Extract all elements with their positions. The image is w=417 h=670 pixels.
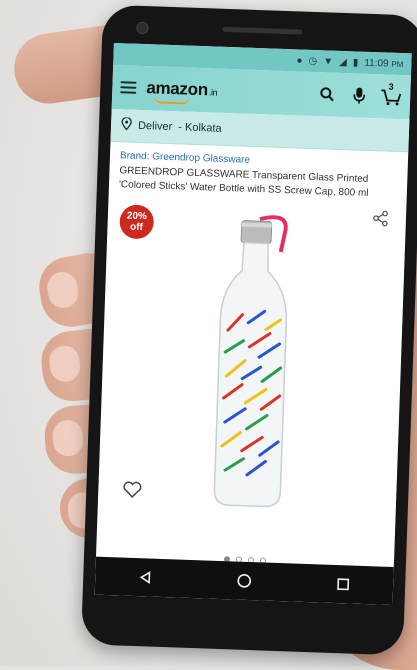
home-icon[interactable] [229, 565, 260, 596]
deliver-location: - Kolkata [178, 121, 222, 135]
cart-icon[interactable]: 3 [380, 85, 403, 108]
back-icon[interactable] [129, 562, 160, 593]
product-section: Brand: Greendrop Glassware GREENDROP GLA… [96, 142, 408, 568]
recents-icon[interactable] [328, 569, 359, 600]
signal-icon: ◢ [339, 56, 347, 67]
front-camera [136, 22, 148, 34]
cart-count: 3 [388, 82, 393, 92]
earpiece [222, 27, 302, 35]
location-icon: ● [296, 55, 302, 66]
search-icon[interactable] [316, 83, 339, 106]
location-pin-icon [121, 117, 133, 133]
alarm-icon: ◷ [308, 55, 317, 66]
phone-screen: ● ◷ ▼ ◢ ▮ 11:09 PM amazon.in 3 [95, 43, 412, 605]
discount-badge: 20% off [119, 204, 154, 239]
product-image-carousel[interactable]: 20% off [106, 196, 396, 555]
product-image [198, 209, 308, 512]
wishlist-heart-icon[interactable] [122, 481, 143, 505]
deliver-label: Deliver [138, 120, 173, 133]
amazon-logo[interactable]: amazon.in [146, 78, 218, 100]
menu-icon[interactable] [120, 81, 136, 94]
status-time: 11:09 PM [364, 57, 403, 69]
battery-icon: ▮ [353, 57, 359, 68]
wifi-icon: ▼ [323, 56, 333, 67]
product-title: GREENDROP GLASSWARE Transparent Glass Pr… [119, 164, 398, 202]
phone: ● ◷ ▼ ◢ ▮ 11:09 PM amazon.in 3 [81, 5, 417, 656]
share-icon[interactable] [371, 209, 390, 233]
mic-icon[interactable] [348, 84, 371, 107]
